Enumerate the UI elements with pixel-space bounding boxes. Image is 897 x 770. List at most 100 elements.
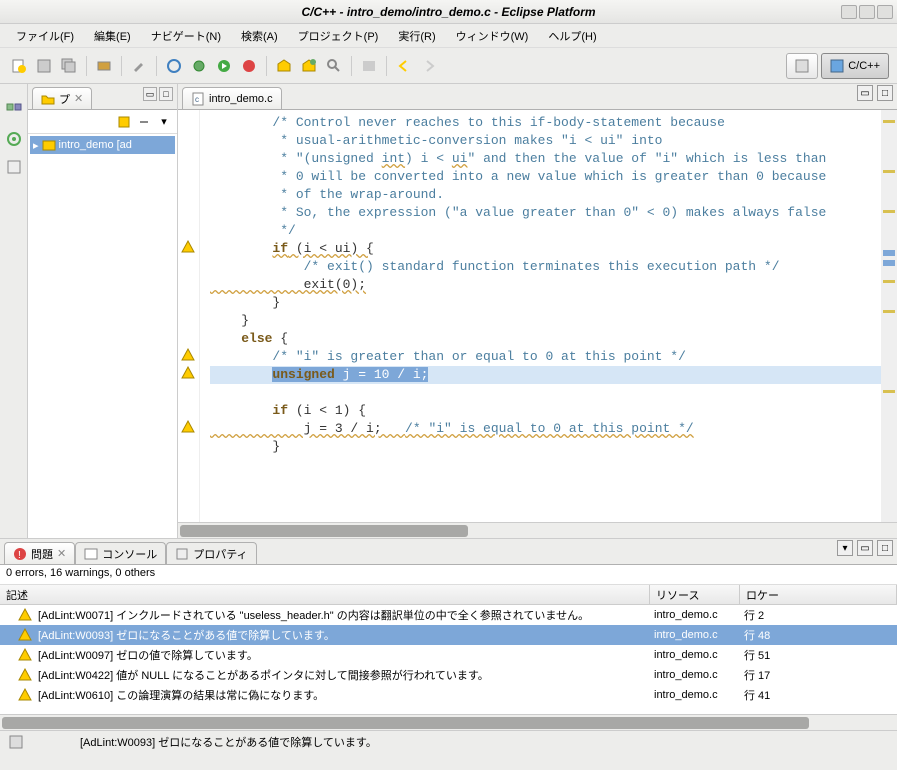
tab-properties[interactable]: プロパティ — [166, 542, 256, 564]
save-button[interactable] — [33, 55, 55, 77]
warning-marker-icon[interactable] — [181, 348, 195, 362]
menu-file[interactable]: ファイル(F) — [6, 25, 84, 47]
menu-bar: ファイル(F) 編集(E) ナビゲート(N) 検索(A) プロジェクト(P) 実… — [0, 24, 897, 48]
status-bar: [AdLint:W0093] ゼロになることがある値で除算しています。 — [0, 730, 897, 752]
editor-maximize-button[interactable]: □ — [877, 85, 893, 101]
warning-marker-icon[interactable] — [181, 420, 195, 434]
run-button[interactable] — [213, 55, 235, 77]
link-editor-button[interactable] — [135, 113, 153, 131]
cell-resource: intro_demo.c — [648, 609, 738, 621]
menu-project[interactable]: プロジェクト(P) — [288, 25, 389, 47]
editor-gutter — [178, 110, 200, 522]
table-row[interactable]: [AdLint:W0071] インクルードされている "useless_head… — [0, 605, 897, 625]
editor-minimize-button[interactable]: ▭ — [857, 85, 873, 101]
menu-search[interactable]: 検索(A) — [231, 25, 288, 47]
open-type-button[interactable] — [273, 55, 295, 77]
menu-help[interactable]: ヘルプ(H) — [538, 25, 606, 47]
perspective-switch-button[interactable] — [786, 53, 818, 79]
table-row[interactable]: [AdLint:W0097] ゼロの値で除算しています。intro_demo.c… — [0, 645, 897, 665]
cpp-icon — [830, 59, 844, 73]
editor-content[interactable]: /* Control never reaches to this if-body… — [178, 110, 897, 522]
toggle-button[interactable] — [358, 55, 380, 77]
cell-resource: intro_demo.c — [648, 629, 738, 641]
overview-ruler[interactable] — [881, 110, 897, 522]
tab-problems-label: 問題 — [31, 546, 53, 562]
maximize-view-button[interactable]: □ — [159, 87, 173, 101]
table-row[interactable]: [AdLint:W0610] この論理演算の結果は常に偽になります。intro_… — [0, 685, 897, 705]
explorer-tab-label: プ — [59, 91, 70, 107]
cell-desc: [AdLint:W0097] ゼロの値で除算しています。 — [32, 647, 648, 663]
svg-text:c: c — [195, 95, 199, 104]
table-row[interactable]: [AdLint:W0093] ゼロになることがある値で除算しています。intro… — [0, 625, 897, 645]
tab-close-icon[interactable]: ✕ — [74, 92, 83, 105]
editor-hscrollbar[interactable] — [178, 522, 897, 538]
panel-minimize-button[interactable]: ▭ — [857, 540, 873, 556]
nav-back-button[interactable] — [393, 55, 415, 77]
minimize-view-button[interactable]: ▭ — [143, 87, 157, 101]
cell-resource: intro_demo.c — [648, 649, 738, 661]
targets-icon[interactable] — [5, 130, 23, 148]
tab-console[interactable]: コンソール — [75, 542, 166, 564]
menu-window[interactable]: ウィンドウ(W) — [446, 25, 539, 47]
problems-icon: ! — [13, 547, 27, 561]
editor-tab-label: intro_demo.c — [209, 93, 273, 105]
warning-icon — [18, 608, 32, 622]
tasks-icon[interactable] — [5, 158, 23, 176]
expand-icon[interactable]: ▸ — [33, 139, 39, 152]
search-button[interactable] — [323, 55, 345, 77]
c-file-icon: c — [191, 92, 205, 106]
task-button[interactable] — [298, 55, 320, 77]
tab-console-label: コンソール — [102, 546, 157, 562]
col-resource[interactable]: リソース — [650, 585, 740, 604]
cell-resource: intro_demo.c — [648, 689, 738, 701]
tab-problems[interactable]: ! 問題 ✕ — [4, 542, 75, 564]
menu-edit[interactable]: 編集(E) — [84, 25, 141, 47]
build-button[interactable] — [93, 55, 115, 77]
cell-location: 行 2 — [738, 607, 897, 623]
cell-location: 行 41 — [738, 687, 897, 703]
at-button[interactable] — [163, 55, 185, 77]
minimize-button[interactable] — [841, 5, 857, 19]
table-header: 記述 リソース ロケー — [0, 585, 897, 605]
console-icon — [84, 547, 98, 561]
external-tools-button[interactable] — [238, 55, 260, 77]
new-button[interactable] — [8, 55, 30, 77]
table-row[interactable]: [AdLint:W0422] 値が NULL になることがあるポインタに対して間… — [0, 665, 897, 685]
cell-location: 行 48 — [738, 627, 897, 643]
col-location[interactable]: ロケー — [740, 585, 897, 604]
menu-navigate[interactable]: ナビゲート(N) — [141, 25, 231, 47]
save-all-button[interactable] — [58, 55, 80, 77]
perspective-cpp-button[interactable]: C/C++ — [821, 53, 889, 79]
window-title: C/C++ - intro_demo/intro_demo.c - Eclips… — [301, 5, 595, 19]
explorer-tab[interactable]: プ ✕ — [32, 87, 92, 109]
close-button[interactable] — [877, 5, 893, 19]
menu-run[interactable]: 実行(R) — [388, 25, 445, 47]
hammer-button[interactable] — [128, 55, 150, 77]
warning-icon — [18, 628, 32, 642]
problems-summary: 0 errors, 16 warnings, 0 others — [0, 565, 897, 585]
title-bar: C/C++ - intro_demo/intro_demo.c - Eclips… — [0, 0, 897, 24]
code-area[interactable]: /* Control never reaches to this if-body… — [200, 110, 897, 522]
view-menu-button[interactable]: ▾ — [155, 113, 173, 131]
outline-icon[interactable] — [5, 102, 23, 120]
debug-button[interactable] — [188, 55, 210, 77]
svg-text:!: ! — [18, 550, 21, 561]
editor-tab[interactable]: c intro_demo.c — [182, 87, 282, 109]
collapse-all-button[interactable] — [115, 113, 133, 131]
view-strip — [0, 84, 28, 538]
panel-maximize-button[interactable]: □ — [877, 540, 893, 556]
nav-forward-button[interactable] — [418, 55, 440, 77]
tab-close-icon[interactable]: ✕ — [57, 547, 66, 560]
project-icon — [42, 138, 56, 152]
tree-item-project[interactable]: ▸ intro_demo [ad — [30, 136, 175, 154]
perspective-label: C/C++ — [848, 60, 880, 72]
panel-menu-button[interactable]: ▾ — [837, 540, 853, 556]
warning-marker-icon[interactable] — [181, 240, 195, 254]
folder-icon — [41, 92, 55, 106]
problems-hscrollbar[interactable] — [0, 714, 897, 730]
warning-marker-icon[interactable] — [181, 366, 195, 380]
project-label: intro_demo [ad — [59, 139, 132, 151]
maximize-button[interactable] — [859, 5, 875, 19]
col-description[interactable]: 記述 — [0, 585, 650, 604]
cell-desc: [AdLint:W0422] 値が NULL になることがあるポインタに対して間… — [32, 667, 648, 683]
